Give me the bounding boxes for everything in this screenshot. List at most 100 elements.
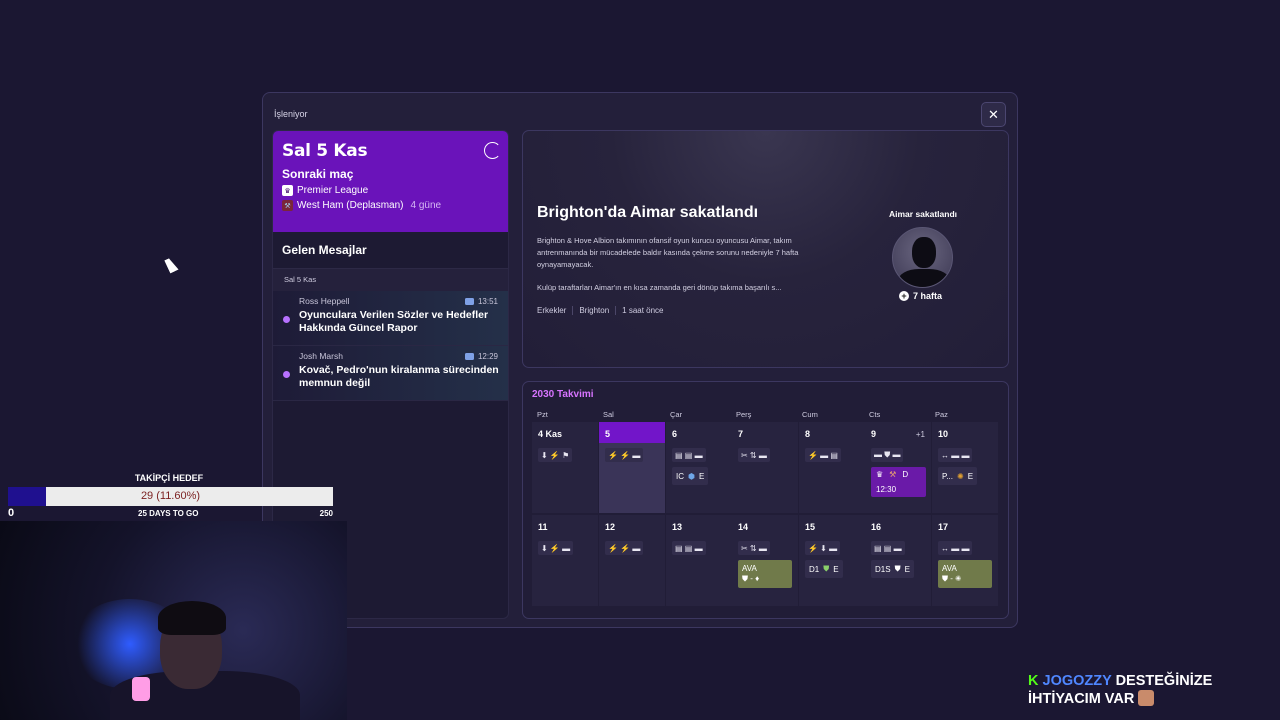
opponent-name: West Ham (Deplasman) (297, 200, 404, 211)
days-to-go: 25 DAYS TO GO (138, 509, 199, 518)
promo-name: JOGOZZY (1042, 673, 1112, 689)
weekday-label: Pzt (537, 410, 548, 419)
training-icons: ⬇ ⚡ ▬ (538, 541, 574, 555)
calendar-day[interactable]: 7 ✂ ⇅ ▬ (732, 422, 798, 513)
weekday-label: Perş (736, 410, 752, 419)
webcam-feed (0, 521, 347, 720)
calendar-day[interactable]: 17 ↔ ▬ ▬ AVA ⛊ - ✺ (932, 515, 998, 606)
calendar-day[interactable]: 16 ▤ ▤ ▬ D1S ⛊ E (865, 515, 931, 606)
more-events-count[interactable]: +1 (916, 430, 925, 439)
match-countdown: 4 güne (410, 200, 442, 211)
reserve-match-badge[interactable]: AVA ⛊ - ♦ (738, 560, 792, 588)
training-icons: ⚡ ⚡ ▬ (605, 541, 644, 555)
training-icons: ↔ ▬ ▬ (938, 541, 973, 555)
training-icons: ▤ ▤ ▬ (871, 541, 905, 555)
news-tags: Erkekler Brighton 1 saat önce (537, 306, 670, 315)
fixture-badge[interactable]: P... ✺ E (938, 467, 978, 485)
kick-logo-icon: K (1028, 673, 1039, 689)
goal-min: 0 (8, 507, 15, 519)
medical-cross-icon: + (899, 291, 909, 301)
fixture-badge[interactable]: D1 ⛊ E (805, 560, 843, 578)
calendar-panel: 2030 Takvimi Pzt Sal Çar Perş Cum Cts Pa… (522, 381, 1009, 619)
news-tag[interactable]: Erkekler (537, 306, 572, 315)
message-subject: Oyunculara Verilen Sözler ve Hedefler Ha… (299, 309, 489, 334)
day-number: 7 (738, 429, 744, 439)
player-avatar[interactable] (892, 227, 953, 288)
day-number: 5 (605, 429, 611, 439)
processing-modal: İşleniyor ✕ Sal 5 Kas Sonraki maç ♛ Prem… (262, 92, 1018, 628)
message-item[interactable]: Josh Marsh 12:29 Kovač, Pedro'nun kirala… (273, 346, 508, 401)
news-card[interactable]: Brighton'da Aimar sakatlandı Brighton & … (522, 130, 1009, 368)
news-title: Brighton'da Aimar sakatlandı (537, 204, 759, 221)
message-subject: Kovač, Pedro'nun kiralanma sürecinden me… (299, 364, 499, 389)
calendar-day-today[interactable]: 5 ⚡ ⚡ ▬ (599, 422, 665, 513)
competition-name: Premier League (297, 185, 369, 196)
training-icons: ▤ ▤ ▬ (672, 448, 706, 462)
face-emoji-icon (1138, 690, 1155, 706)
day-number: 14 (738, 522, 749, 532)
day-number: 17 (938, 522, 949, 532)
modal-title: İşleniyor (274, 109, 308, 119)
message-item[interactable]: Ross Heppell 13:51 Oyunculara Verilen Sö… (273, 291, 508, 346)
calendar-day[interactable]: 4 Kas ⬇ ⚡ ⚑ (532, 422, 598, 513)
mouse-cursor (164, 256, 179, 274)
calendar-day[interactable]: 12 ⚡ ⚡ ▬ (599, 515, 665, 606)
chat-bubble-icon (464, 353, 474, 360)
weekday-label: Çar (670, 410, 683, 419)
west-ham-crest-icon: ⚒ (282, 200, 293, 211)
follower-goal-label: TAKİPÇİ HEDEF (134, 473, 204, 483)
calendar-day[interactable]: 15 ⚡ ⬇ ▬ D1 ⛊ E (799, 515, 865, 606)
calendar-day[interactable]: 10 ↔ ▬ ▬ P... ✺ E (932, 422, 998, 513)
inbox-date: Sal 5 Kas (273, 269, 508, 291)
training-icons: ▬ ⛊ ▬ (871, 448, 904, 462)
follower-goal-widget: TAKİPÇİ HEDEF 29 (11.60%) 0 25 DAYS TO G… (8, 473, 333, 519)
match-badge[interactable]: ♛ ⚒ D 12:30 (871, 467, 926, 497)
training-icons: ↔ ▬ ▬ (938, 448, 973, 462)
weekday-label: Sal (603, 410, 614, 419)
news-tag[interactable]: Brighton (572, 306, 615, 315)
weekday-label: Cum (802, 410, 818, 419)
day-number: 6 (672, 429, 678, 439)
calendar-day[interactable]: 13 ▤ ▤ ▬ (666, 515, 732, 606)
day-number: 10 (938, 429, 949, 439)
day-number: 16 (871, 522, 882, 532)
day-number: 9 (871, 429, 877, 439)
current-date: Sal 5 Kas (282, 141, 368, 161)
goal-max: 250 (319, 509, 333, 518)
calendar-day[interactable]: 11 ⬇ ⚡ ▬ (532, 515, 598, 606)
injury-duration: 7 hafta (913, 291, 943, 301)
news-body-continued: Kulüp taraftarları Aimar'ın en kısa zama… (537, 283, 782, 292)
promo-text-2: İHTİYACIM VAR (1028, 691, 1135, 707)
calendar-day[interactable]: 9 +1 ▬ ⛊ ▬ ♛ ⚒ D 12:30 (865, 422, 931, 513)
reserve-match-badge[interactable]: AVA ⛊ - ✺ (938, 560, 992, 588)
next-match-label: Sonraki maç (282, 167, 354, 181)
injury-title: Aimar sakatlandı (888, 209, 958, 219)
news-timestamp: 1 saat önce (615, 306, 669, 315)
message-time: 12:29 (477, 352, 498, 361)
message-time: 13:51 (477, 297, 498, 306)
weekday-label: Cts (869, 410, 881, 419)
next-match-card[interactable]: Sal 5 Kas Sonraki maç ♛ Premier League ⚒… (273, 131, 508, 232)
calendar-day[interactable]: 8 ⚡ ▬ ▤ (799, 422, 865, 513)
inbox-heading: Gelen Mesajlar (273, 232, 508, 269)
unread-dot-icon (283, 316, 290, 323)
loading-spinner-icon (484, 142, 501, 159)
sponsor-banner: K JOGOZZY DESTEĞİNİZE İHTİYACIM VAR (1028, 672, 1212, 708)
day-number: 15 (805, 522, 816, 532)
fixture-badge[interactable]: IC ⬢ E (672, 467, 709, 485)
news-body: Brighton & Hove Albion takımının ofansif… (537, 236, 799, 269)
fixture-badge[interactable]: D1S ⛊ E (871, 560, 914, 578)
follower-value: 29 (11.60%) (140, 490, 201, 502)
close-icon: ✕ (988, 106, 999, 122)
calendar-day[interactable]: 14 ✂ ⇅ ▬ AVA ⛊ - ♦ (732, 515, 798, 606)
day-number: 13 (672, 522, 683, 532)
training-icons: ⚡ ⚡ ▬ (605, 448, 644, 462)
training-icons: ▤ ▤ ▬ (672, 541, 706, 555)
training-icons: ⚡ ▬ ▤ (805, 448, 841, 462)
weekday-label: Paz (935, 410, 948, 419)
training-icons: ⬇ ⚡ ⚑ (538, 448, 573, 462)
calendar-day[interactable]: 6 ▤ ▤ ▬ IC ⬢ E (666, 422, 732, 513)
premier-league-icon: ♛ (282, 185, 293, 196)
close-button[interactable]: ✕ (981, 102, 1006, 127)
promo-text: DESTEĞİNİZE (1115, 673, 1213, 689)
